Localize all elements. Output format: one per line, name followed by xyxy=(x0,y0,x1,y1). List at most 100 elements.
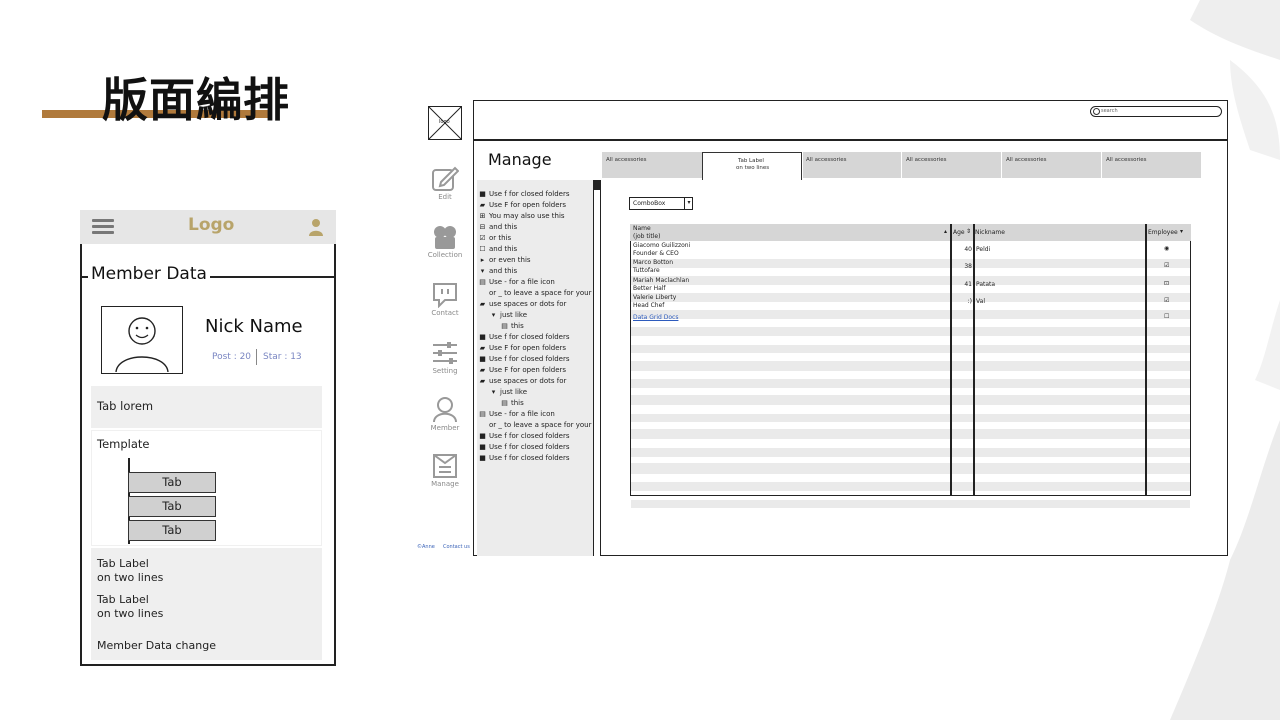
folder-closed-icon: ■ xyxy=(479,454,486,462)
tab-all-accessories-5[interactable]: All accessories xyxy=(1006,157,1047,163)
minus-box-icon: ⊟ xyxy=(479,223,486,231)
tree-item[interactable]: ▸ or even this xyxy=(479,256,531,264)
tab-label-1-line-1[interactable]: Tab Label xyxy=(97,557,149,571)
tree-item[interactable]: ■ Use f for closed folders xyxy=(479,454,569,462)
tree-item[interactable]: or _ to leave a space for your xyxy=(479,289,591,297)
divider xyxy=(256,349,257,365)
tab-all-accessories-4[interactable]: All accessories xyxy=(906,157,947,163)
employee-checkbox-icon[interactable]: ☑ xyxy=(1164,262,1169,270)
tab-label-1-line-2[interactable]: on two lines xyxy=(97,571,163,585)
tree-item-label: Use f for closed folders xyxy=(489,432,570,440)
tab-all-accessories-1[interactable]: All accessories xyxy=(606,157,647,163)
employee-checkbox-icon[interactable]: ⊡ xyxy=(1164,280,1169,288)
scroll-thumb[interactable] xyxy=(594,180,600,190)
template-tab-2[interactable]: Tab xyxy=(128,496,216,517)
tree-item[interactable]: ■ Use f for closed folders xyxy=(479,443,569,451)
sidebar-item-setting[interactable]: Setting xyxy=(416,367,474,375)
tree-item-label: Use F for open folders xyxy=(489,201,567,209)
employee-checkbox-icon[interactable]: ☐ xyxy=(1164,313,1169,321)
manage-icon[interactable] xyxy=(431,453,459,479)
plus-box-icon: ⊞ xyxy=(479,212,486,220)
employee-checkbox-icon[interactable]: ☑ xyxy=(1164,297,1169,305)
tree-item[interactable]: ■ Use f for closed folders xyxy=(479,333,569,341)
header-job-title[interactable]: (job title) xyxy=(633,233,660,241)
tree-item[interactable]: ⊞ You may also use this xyxy=(479,212,565,220)
grid-row-stripe xyxy=(631,310,1190,319)
cell-name: Marco Botton xyxy=(633,259,674,266)
tree-item-label: and this xyxy=(489,267,518,275)
contact-icon[interactable] xyxy=(431,282,459,308)
search-input[interactable]: search xyxy=(1090,106,1222,117)
footer-copyright[interactable]: ©Anne xyxy=(417,544,435,550)
tree-item[interactable]: ▰ Use F for open folders xyxy=(479,201,566,209)
tree-item[interactable]: ☐ and this xyxy=(479,245,517,253)
tab-label-2-line-1[interactable]: Tab Label xyxy=(97,593,149,607)
footer-contact-link[interactable]: Contact us xyxy=(443,544,470,550)
tree-item[interactable]: ■ Use f for closed folders xyxy=(479,355,569,363)
folder-closed-icon: ■ xyxy=(479,432,486,440)
tree-item-label: or this xyxy=(489,234,512,242)
tree-item[interactable]: ▾ and this xyxy=(479,267,517,275)
setting-icon[interactable] xyxy=(431,340,459,366)
triangle-down-icon: ▾ xyxy=(480,267,485,275)
tab-separator xyxy=(901,152,902,178)
employee-checkbox-icon[interactable]: ◉ xyxy=(1164,245,1169,253)
page-title: Manage xyxy=(488,150,552,169)
member-icon[interactable] xyxy=(431,396,459,422)
template-tab-3[interactable]: Tab xyxy=(128,520,216,541)
tree-item[interactable]: ▾ just like xyxy=(490,388,527,396)
tab-all-accessories-6[interactable]: All accessories xyxy=(1106,157,1147,163)
tree-item-label: Use - for a file icon xyxy=(489,278,555,286)
tree-scrollbar[interactable] xyxy=(593,180,601,556)
tree-item[interactable]: ▤ Use - for a file icon xyxy=(479,410,555,418)
tree-item[interactable]: ▤ Use - for a file icon xyxy=(479,278,555,286)
sidebar-item-manage[interactable]: Manage xyxy=(416,480,474,488)
sidebar-item-collection[interactable]: Collection xyxy=(416,251,474,259)
tree-item-label: or _ to leave a space for your xyxy=(489,421,592,429)
tree-item[interactable]: ■ Use f for closed folders xyxy=(479,190,570,198)
tree-item[interactable]: ▾ just like xyxy=(490,311,527,319)
triangle-down-icon: ▾ xyxy=(491,311,496,319)
tree-item-label: this xyxy=(511,322,524,330)
tab-all-accessories-3[interactable]: All accessories xyxy=(806,157,847,163)
cell-job-title: Head Chef xyxy=(633,302,665,309)
header-employee[interactable]: Employee xyxy=(1148,229,1178,237)
tab-lorem-label: Tab lorem xyxy=(97,399,154,413)
tree-item[interactable]: ▰ use spaces or dots for xyxy=(479,377,567,385)
tree-item[interactable]: ⊟ and this xyxy=(479,223,518,231)
checked-box-icon: ☑ xyxy=(479,234,486,242)
tree-item-label: Use f for closed folders xyxy=(489,190,570,198)
dropdown-icon[interactable]: ▾ xyxy=(1180,228,1183,236)
sort-icon[interactable]: ⇕ xyxy=(966,228,971,236)
triangle-right-icon: ▸ xyxy=(480,256,485,264)
sidebar-item-contact[interactable]: Contact xyxy=(416,309,474,317)
header-name[interactable]: Name xyxy=(633,225,651,233)
tree-item[interactable]: ■ Use f for closed folders xyxy=(479,432,570,440)
tree-item[interactable]: ☑ or this xyxy=(479,234,511,242)
header-divider xyxy=(474,139,1228,141)
header-age[interactable]: Age xyxy=(953,229,965,237)
header-nickname[interactable]: Nickname xyxy=(975,229,1005,237)
sidebar-item-edit[interactable]: Edit xyxy=(416,193,474,201)
template-tab-1[interactable]: Tab xyxy=(128,472,216,493)
tree-item[interactable]: ▰ Use F for open folders xyxy=(479,366,566,374)
tree-item[interactable]: ▰ use spaces or dots for xyxy=(479,300,567,308)
sidebar-item-member[interactable]: Member xyxy=(416,424,474,432)
mobile-logo[interactable]: Logo xyxy=(188,215,234,235)
sort-up-icon[interactable]: ▴ xyxy=(944,228,947,236)
tree-item[interactable]: ▤ this xyxy=(501,322,524,330)
tree-item[interactable]: ▰ Use F for open folders xyxy=(479,344,566,352)
chevron-down-icon[interactable]: ▾ xyxy=(684,197,693,210)
member-data-change-link[interactable]: Member Data change xyxy=(97,639,216,653)
data-grid-docs-link[interactable]: Data Grid Docs xyxy=(633,314,678,322)
edit-icon[interactable] xyxy=(431,166,459,192)
tree-item[interactable]: ▤ this xyxy=(501,399,524,407)
folder-open-icon: ▰ xyxy=(479,300,486,308)
hamburger-icon[interactable] xyxy=(92,219,114,235)
cell-job-title: Tuttofare xyxy=(633,267,660,274)
tree-item[interactable]: or _ to leave a space for your xyxy=(479,421,591,429)
user-icon[interactable] xyxy=(308,218,324,236)
tree-item-label: and this xyxy=(489,223,518,231)
tab-label-2-line-2[interactable]: on two lines xyxy=(97,607,163,621)
collection-icon[interactable] xyxy=(431,224,459,250)
